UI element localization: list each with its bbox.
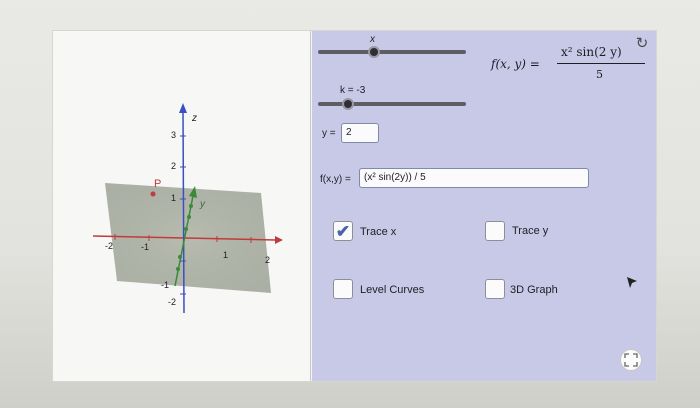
level-curves-label: Level Curves: [360, 284, 425, 296]
z-axis-arrow: [179, 103, 187, 113]
z-axis: [182, 110, 185, 314]
trace-x-label: Trace x: [360, 226, 397, 238]
formula-lhs: f(x, y) =: [491, 57, 540, 71]
3d-graph-checkbox[interactable]: [485, 279, 505, 299]
controls-panel: x k = -3 f(x, y) = x² sin(2 y) 5 ↻ y = 2…: [312, 31, 656, 381]
point-p-label: P: [154, 178, 162, 190]
slider-x-track[interactable]: [318, 50, 466, 54]
fullscreen-button[interactable]: [620, 349, 642, 371]
z-axis-label: z: [192, 113, 197, 124]
formula-denominator: 5: [596, 68, 603, 81]
3d-graph-label: 3D Graph: [510, 284, 558, 296]
fullscreen-icon: [624, 353, 638, 367]
slider-k-track[interactable]: [318, 102, 466, 106]
trace-y-label: Trace y: [512, 225, 549, 237]
z-tick-label-1: 1: [171, 193, 177, 203]
trace-x-checkbox[interactable]: ✔: [333, 221, 353, 241]
slider-k-label: k = -3: [340, 85, 366, 96]
x-tick-label-2: 2: [265, 255, 271, 265]
slider-k-knob[interactable]: [342, 98, 354, 110]
graphics-3d-view[interactable]: P z y 3 2 1 -1 -2 -2 -1 1 2: [53, 31, 311, 381]
y-axis-label: y: [200, 199, 205, 210]
geogebra-applet: P z y 3 2 1 -1 -2 -2 -1 1 2 x k = -3 f(x…: [52, 30, 657, 382]
y-input-label: y =: [322, 128, 336, 139]
formula-numerator: x² sin(2 y): [561, 45, 622, 59]
z-tick-label-neg2: -2: [168, 297, 177, 307]
x-tick-label-neg2: -2: [105, 241, 114, 251]
x-axis-arrow: [275, 236, 283, 244]
cursor-icon: [627, 277, 637, 288]
slider-x-knob[interactable]: [368, 46, 380, 58]
point-p: [150, 191, 156, 197]
y-input[interactable]: 2: [341, 123, 379, 143]
z-tick-label-neg1: -1: [161, 280, 170, 290]
3d-scene: [92, 103, 283, 314]
level-curves-checkbox[interactable]: [333, 279, 353, 299]
fraction-bar: [557, 63, 645, 64]
check-icon: ✔: [335, 221, 351, 241]
slider-x-label: x: [370, 34, 375, 45]
refresh-icon[interactable]: ↻: [633, 35, 651, 53]
function-formula: f(x, y) = x² sin(2 y) 5: [489, 41, 654, 83]
f-input[interactable]: (x² sin(2y)) / 5: [359, 168, 589, 188]
trace-y-checkbox[interactable]: [485, 221, 505, 241]
f-input-label: f(x,y) =: [320, 174, 351, 185]
x-tick-label-1: 1: [223, 250, 229, 260]
z-tick-label-3: 3: [171, 130, 177, 140]
x-tick-label-neg1: -1: [141, 242, 150, 252]
z-tick-label-2: 2: [171, 161, 177, 171]
